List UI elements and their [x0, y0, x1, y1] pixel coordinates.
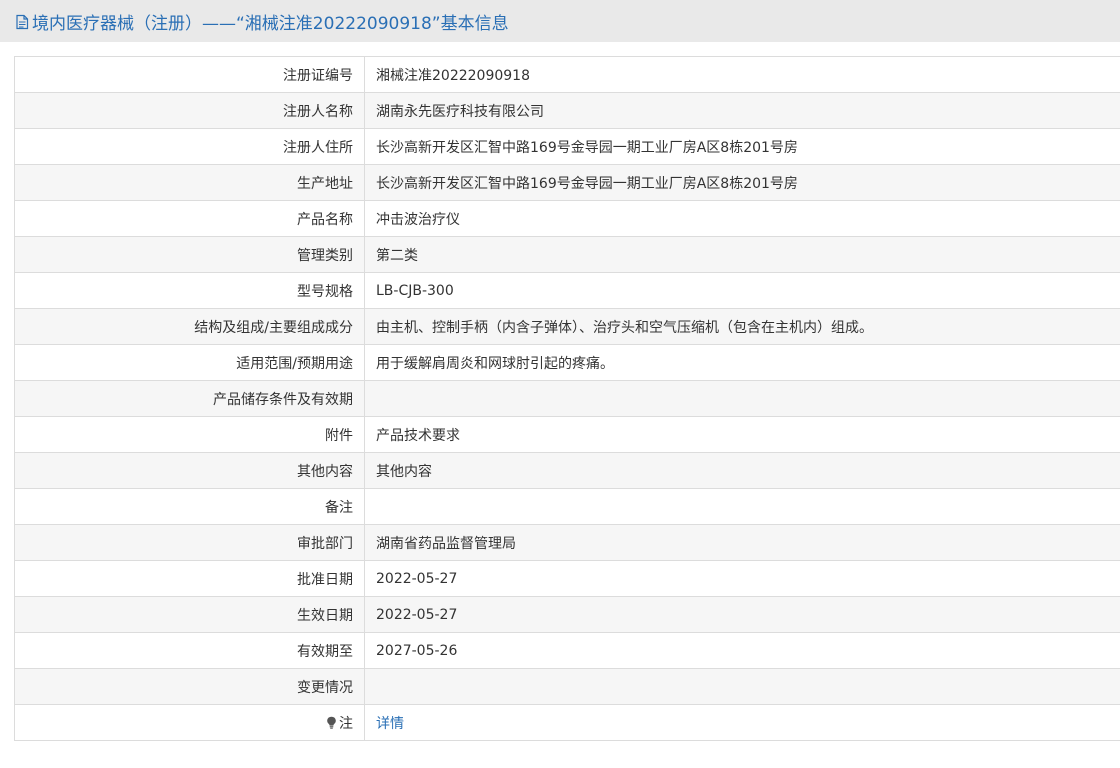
- row-label: 审批部门: [14, 524, 365, 561]
- details-link[interactable]: 详情: [376, 716, 404, 732]
- row-label: 生产地址: [14, 164, 365, 201]
- page-header: 境内医疗器械（注册）——“湘械注准20222090918”基本信息: [0, 0, 1120, 42]
- table-row: 注册证编号 湘械注准20222090918: [14, 56, 1120, 93]
- row-value: [364, 488, 1120, 525]
- row-label: 注册证编号: [14, 56, 365, 93]
- table-row-note: 注 详情: [14, 704, 1120, 741]
- page-title: 境内医疗器械（注册）——“湘械注准20222090918”基本信息: [32, 13, 509, 34]
- row-value: 用于缓解肩周炎和网球肘引起的疼痛。: [364, 344, 1120, 381]
- table-row: 型号规格 LB-CJB-300: [14, 272, 1120, 309]
- row-label: 备注: [14, 488, 365, 525]
- table-row: 有效期至 2027-05-26: [14, 632, 1120, 669]
- row-label: 注册人住所: [14, 128, 365, 165]
- table-row: 变更情况: [14, 668, 1120, 705]
- table-row: 附件 产品技术要求: [14, 416, 1120, 453]
- row-value: 湖南省药品监督管理局: [364, 524, 1120, 561]
- table-row: 注册人住所 长沙高新开发区汇智中路169号金导园一期工业厂房A区8栋201号房: [14, 128, 1120, 165]
- row-label: 生效日期: [14, 596, 365, 633]
- table-row: 产品名称 冲击波治疗仪: [14, 200, 1120, 237]
- row-label: 其他内容: [14, 452, 365, 489]
- note-label-cell: 注: [14, 704, 365, 741]
- info-table-container: 注册证编号 湘械注准20222090918 注册人名称 湖南永先医疗科技有限公司…: [14, 56, 1120, 741]
- row-value: 长沙高新开发区汇智中路169号金导园一期工业厂房A区8栋201号房: [364, 128, 1120, 165]
- row-value: [364, 380, 1120, 417]
- table-row: 注册人名称 湖南永先医疗科技有限公司: [14, 92, 1120, 129]
- row-label: 产品名称: [14, 200, 365, 237]
- row-label: 批准日期: [14, 560, 365, 597]
- row-value: 2022-05-27: [364, 596, 1120, 633]
- table-row: 生产地址 长沙高新开发区汇智中路169号金导园一期工业厂房A区8栋201号房: [14, 164, 1120, 201]
- row-value: 2022-05-27: [364, 560, 1120, 597]
- row-value: 产品技术要求: [364, 416, 1120, 453]
- table-row: 生效日期 2022-05-27: [14, 596, 1120, 633]
- table-row: 备注: [14, 488, 1120, 525]
- row-value: LB-CJB-300: [364, 272, 1120, 309]
- document-icon: [15, 14, 29, 30]
- table-row: 产品储存条件及有效期: [14, 380, 1120, 417]
- row-label: 产品储存条件及有效期: [14, 380, 365, 417]
- table-row: 结构及组成/主要组成成分 由主机、控制手柄（内含子弹体）、治疗头和空气压缩机（包…: [14, 308, 1120, 345]
- note-label: 注: [339, 715, 353, 732]
- row-value: 2027-05-26: [364, 632, 1120, 669]
- lightbulb-icon: [326, 716, 337, 729]
- row-value: 由主机、控制手柄（内含子弹体）、治疗头和空气压缩机（包含在主机内）组成。: [364, 308, 1120, 345]
- row-label: 管理类别: [14, 236, 365, 273]
- row-value: 长沙高新开发区汇智中路169号金导园一期工业厂房A区8栋201号房: [364, 164, 1120, 201]
- table-row: 批准日期 2022-05-27: [14, 560, 1120, 597]
- row-label: 附件: [14, 416, 365, 453]
- row-value: 第二类: [364, 236, 1120, 273]
- note-value-cell: 详情: [364, 704, 1120, 741]
- row-label: 变更情况: [14, 668, 365, 705]
- row-value: [364, 668, 1120, 705]
- row-value: 湖南永先医疗科技有限公司: [364, 92, 1120, 129]
- row-value: 冲击波治疗仪: [364, 200, 1120, 237]
- table-row: 审批部门 湖南省药品监督管理局: [14, 524, 1120, 561]
- row-value: 湘械注准20222090918: [364, 56, 1120, 93]
- table-row: 其他内容 其他内容: [14, 452, 1120, 489]
- row-label: 注册人名称: [14, 92, 365, 129]
- row-label: 结构及组成/主要组成成分: [14, 308, 365, 345]
- row-label: 型号规格: [14, 272, 365, 309]
- row-label: 有效期至: [14, 632, 365, 669]
- table-row: 适用范围/预期用途 用于缓解肩周炎和网球肘引起的疼痛。: [14, 344, 1120, 381]
- row-value: 其他内容: [364, 452, 1120, 489]
- info-table: 注册证编号 湘械注准20222090918 注册人名称 湖南永先医疗科技有限公司…: [14, 56, 1120, 741]
- table-row: 管理类别 第二类: [14, 236, 1120, 273]
- row-label: 适用范围/预期用途: [14, 344, 365, 381]
